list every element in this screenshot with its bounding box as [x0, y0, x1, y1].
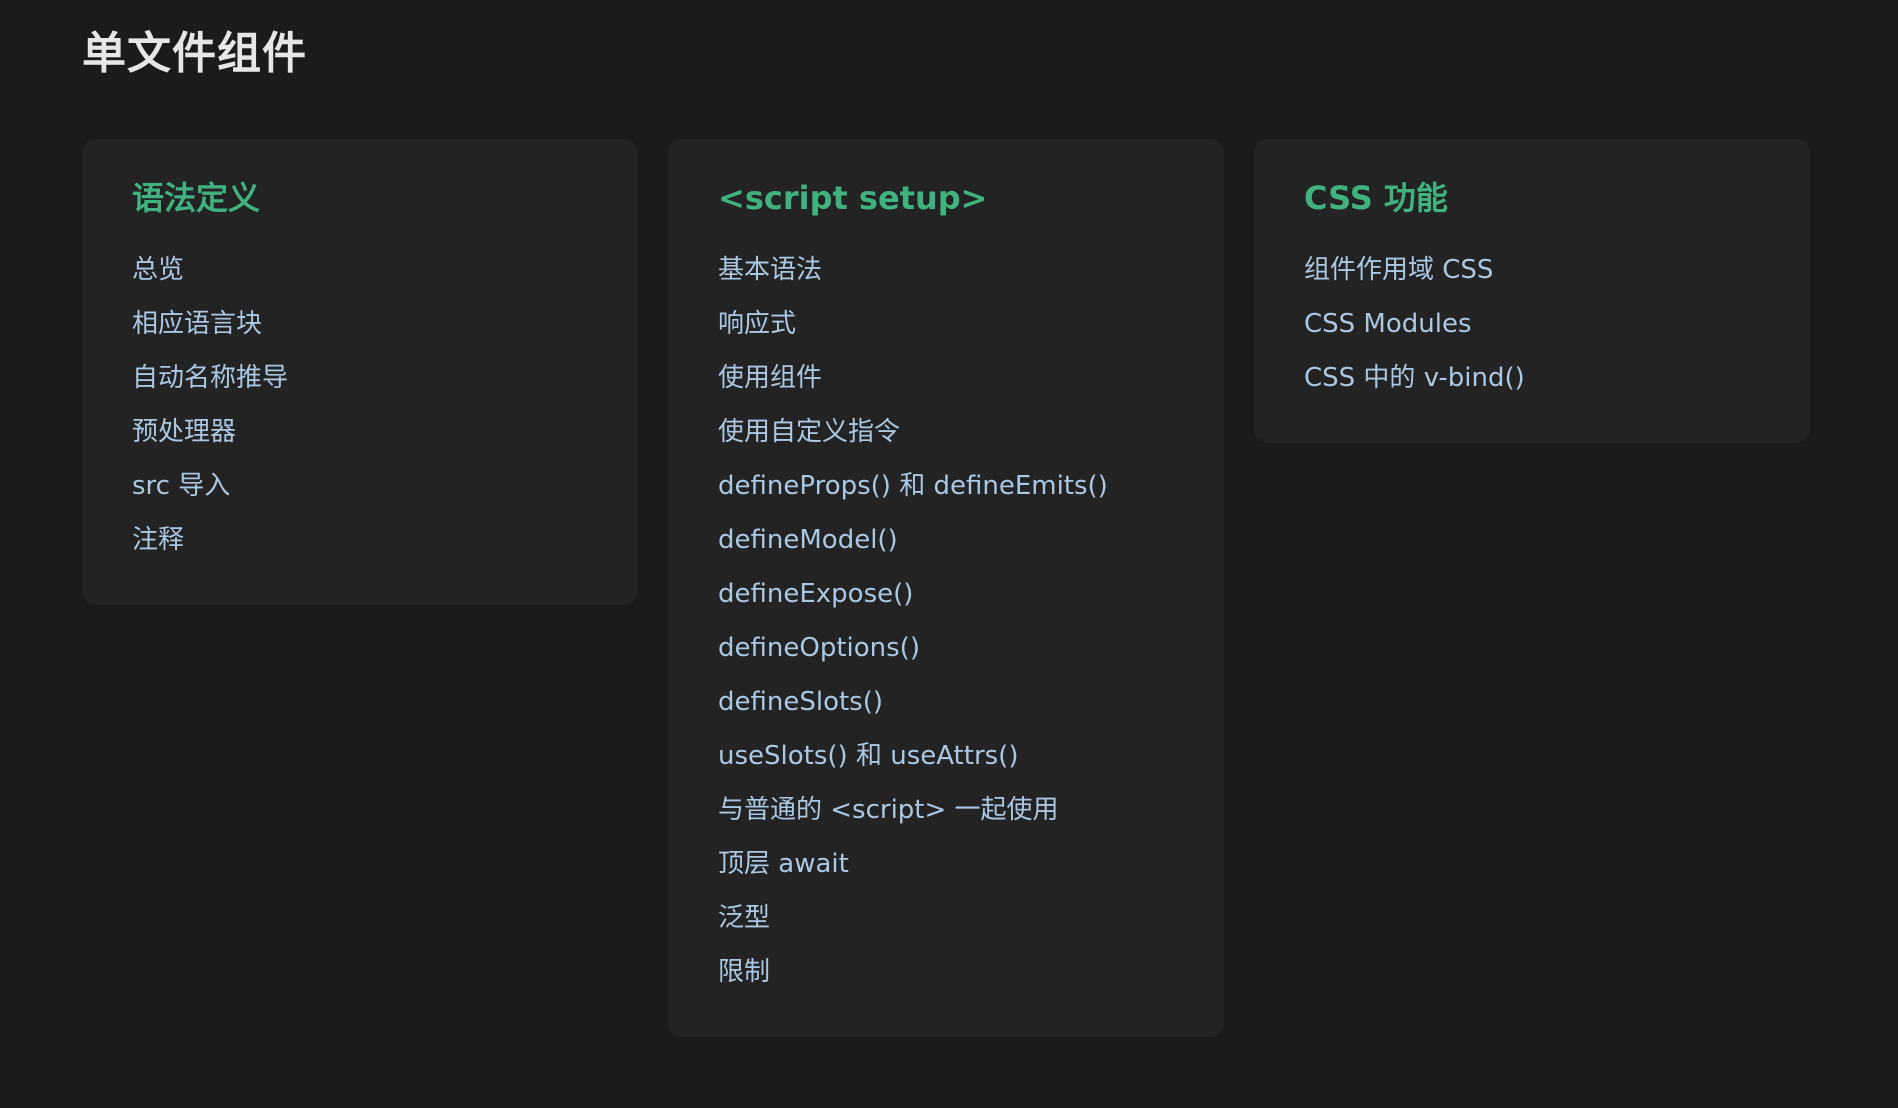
nav-link[interactable]: 预处理器 — [132, 405, 588, 459]
nav-link[interactable]: CSS 中的 v-bind() — [1304, 351, 1760, 405]
nav-link[interactable]: 注释 — [132, 513, 588, 567]
list-item: 限制 — [718, 945, 1174, 999]
list-item: defineSlots() — [718, 675, 1174, 729]
nav-link[interactable]: 与普通的 <script> 一起使用 — [718, 783, 1174, 837]
list-item: 与普通的 <script> 一起使用 — [718, 783, 1174, 837]
nav-link[interactable]: useSlots() 和 useAttrs() — [718, 729, 1174, 783]
list-item: 注释 — [132, 513, 588, 567]
list-item: 总览 — [132, 243, 588, 297]
nav-link[interactable]: 使用自定义指令 — [718, 405, 1174, 459]
list-item: CSS 中的 v-bind() — [1304, 351, 1760, 405]
list-item: 组件作用域 CSS — [1304, 243, 1760, 297]
list-item: defineExpose() — [718, 567, 1174, 621]
list-item: useSlots() 和 useAttrs() — [718, 729, 1174, 783]
nav-link[interactable]: 总览 — [132, 243, 588, 297]
section-title: <script setup> — [718, 179, 988, 217]
sections-grid: 语法定义 总览 相应语言块 自动名称推导 预处理器 src 导入 注释 <scr… — [82, 139, 1810, 1037]
list-item: 使用组件 — [718, 351, 1174, 405]
nav-link[interactable]: 组件作用域 CSS — [1304, 243, 1760, 297]
list-item: 基本语法 — [718, 243, 1174, 297]
list-item: 使用自定义指令 — [718, 405, 1174, 459]
nav-link[interactable]: 顶层 await — [718, 837, 1174, 891]
section-card-syntax: 语法定义 总览 相应语言块 自动名称推导 预处理器 src 导入 注释 — [82, 139, 638, 605]
nav-link[interactable]: defineOptions() — [718, 621, 1174, 675]
section-link-list: 总览 相应语言块 自动名称推导 预处理器 src 导入 注释 — [132, 243, 588, 567]
nav-link[interactable]: CSS Modules — [1304, 297, 1760, 351]
nav-link[interactable]: 自动名称推导 — [132, 351, 588, 405]
nav-link[interactable]: defineSlots() — [718, 675, 1174, 729]
nav-link[interactable]: defineProps() 和 defineEmits() — [718, 459, 1174, 513]
nav-link[interactable]: 限制 — [718, 945, 1174, 999]
section-link-list: 基本语法 响应式 使用组件 使用自定义指令 defineProps() 和 de… — [718, 243, 1174, 999]
list-item: 顶层 await — [718, 837, 1174, 891]
nav-link[interactable]: defineModel() — [718, 513, 1174, 567]
nav-link[interactable]: 基本语法 — [718, 243, 1174, 297]
nav-link[interactable]: defineExpose() — [718, 567, 1174, 621]
nav-link[interactable]: 使用组件 — [718, 351, 1174, 405]
list-item: CSS Modules — [1304, 297, 1760, 351]
list-item: 响应式 — [718, 297, 1174, 351]
nav-link[interactable]: src 导入 — [132, 459, 588, 513]
list-item: defineProps() 和 defineEmits() — [718, 459, 1174, 513]
section-card-script-setup: <script setup> 基本语法 响应式 使用组件 使用自定义指令 def… — [668, 139, 1224, 1037]
nav-link[interactable]: 相应语言块 — [132, 297, 588, 351]
page-title: 单文件组件 — [82, 28, 307, 79]
section-title: CSS 功能 — [1304, 179, 1448, 217]
section-card-css: CSS 功能 组件作用域 CSS CSS Modules CSS 中的 v-bi… — [1254, 139, 1810, 443]
list-item: src 导入 — [132, 459, 588, 513]
list-item: 自动名称推导 — [132, 351, 588, 405]
list-item: defineModel() — [718, 513, 1174, 567]
list-item: 相应语言块 — [132, 297, 588, 351]
list-item: 预处理器 — [132, 405, 588, 459]
nav-link[interactable]: 泛型 — [718, 891, 1174, 945]
section-title: 语法定义 — [132, 179, 261, 217]
list-item: 泛型 — [718, 891, 1174, 945]
list-item: defineOptions() — [718, 621, 1174, 675]
nav-link[interactable]: 响应式 — [718, 297, 1174, 351]
section-link-list: 组件作用域 CSS CSS Modules CSS 中的 v-bind() — [1304, 243, 1760, 405]
